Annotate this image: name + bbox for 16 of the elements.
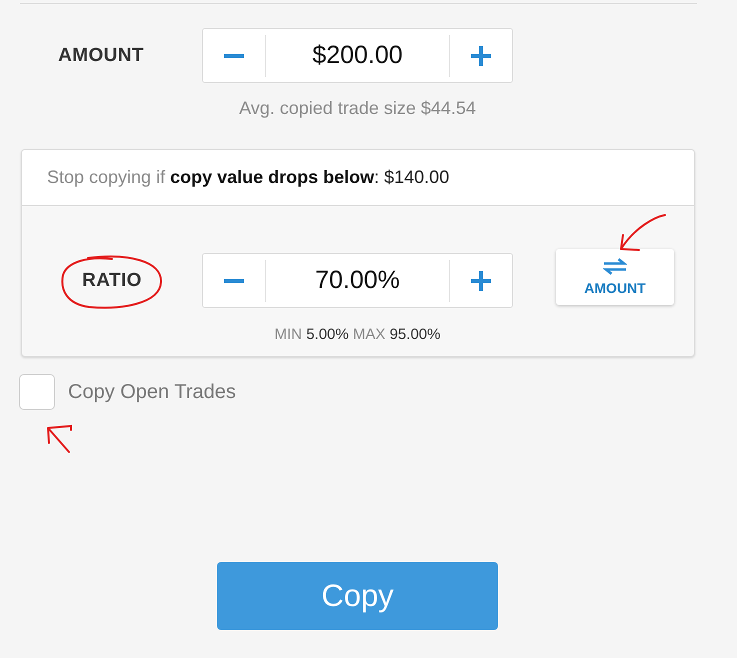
checkbox[interactable] — [19, 374, 55, 410]
swap-icon — [603, 258, 627, 275]
copy-button[interactable]: Copy — [217, 562, 498, 630]
ratio-label: RATIO — [82, 270, 142, 292]
stop-copying-text: Stop copying if copy value drops below: $140.00 — [47, 167, 450, 188]
minus-icon — [224, 54, 244, 58]
amount-label: AMOUNT — [58, 44, 144, 66]
ratio-range-text: MIN 5.00% MAX 95.00% — [274, 326, 442, 343]
arrow-annotation — [617, 213, 667, 253]
plus-icon — [471, 270, 491, 290]
amount-mode-button[interactable]: AMOUNT — [556, 249, 674, 305]
average-trade-size-text: Avg. copied trade size $44.54 — [238, 98, 477, 119]
plus-icon — [471, 46, 491, 66]
copy-open-trades-label[interactable]: Copy Open Trades — [68, 380, 236, 404]
minus-icon — [224, 278, 244, 282]
arrow-annotation — [44, 423, 74, 454]
